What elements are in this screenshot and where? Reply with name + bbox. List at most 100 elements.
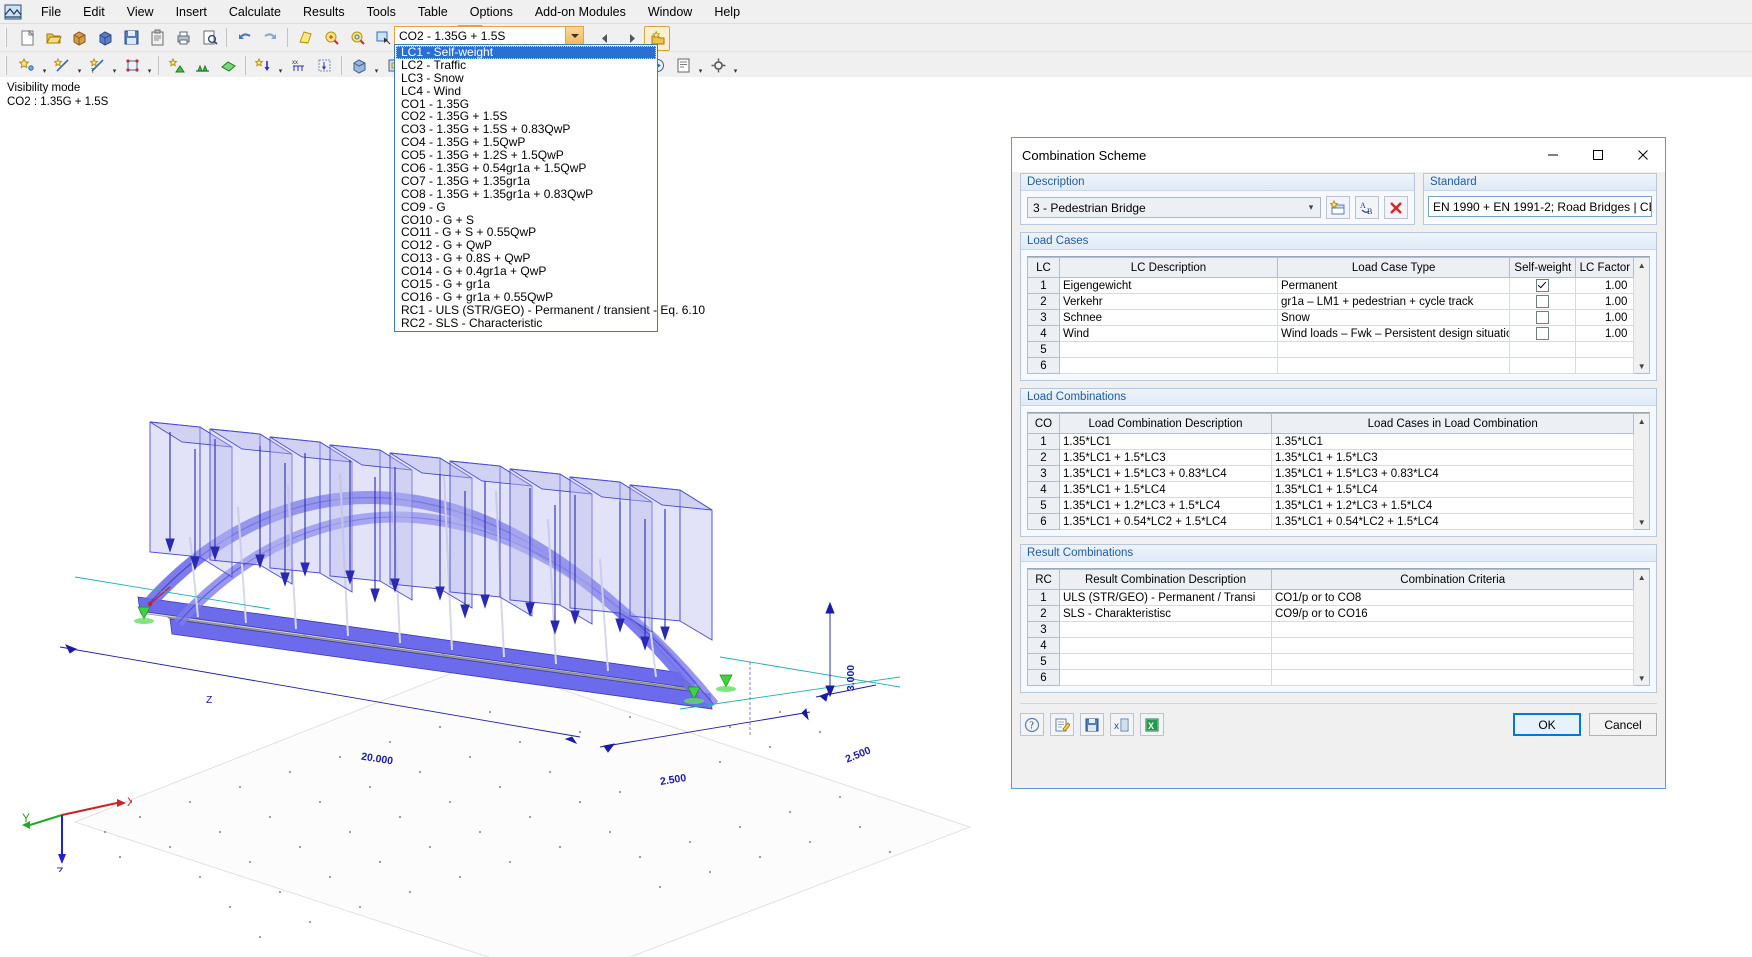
cell-load-case-type[interactable]: Permanent [1276, 277, 1511, 294]
new-surface-icon[interactable] [119, 53, 145, 78]
cell-lc-description[interactable]: Verkehr [1059, 293, 1278, 310]
cell-result-combination-description[interactable]: ULS (STR/GEO) - Permanent / Transi [1059, 589, 1272, 606]
ok-button[interactable]: OK [1513, 713, 1581, 736]
nodal-load-icon[interactable] [250, 53, 276, 78]
cell-load-combination-description[interactable]: 1.35*LC1 + 1.5*LC3 + 0.83*LC4 [1059, 465, 1272, 482]
solid-view-icon[interactable] [346, 53, 372, 78]
cell-lc-description[interactable] [1059, 341, 1278, 358]
cell-load-cases-in-combination[interactable]: 1.35*LC1 [1270, 433, 1635, 450]
cell-load-case-type[interactable]: Wind loads – Fwk – Persistent design sit… [1276, 325, 1511, 342]
edit-icon[interactable] [1050, 713, 1074, 736]
cell-load-case-type[interactable]: Snow [1276, 309, 1511, 326]
cell-lc-description[interactable] [1059, 357, 1278, 374]
cell-lc-factor[interactable]: 1.00 [1575, 277, 1635, 294]
new-node-icon[interactable] [14, 53, 40, 78]
print-icon[interactable] [170, 25, 196, 50]
scroll-track[interactable] [1635, 428, 1649, 515]
cell-combination-criteria[interactable] [1270, 669, 1635, 686]
new-line-support-icon[interactable] [189, 53, 215, 78]
surface-load-icon[interactable] [311, 53, 337, 78]
standard-field[interactable]: EN 1990 + EN 1991-2; Road Bridges | CEN [1428, 196, 1652, 217]
cell-self-weight-checkbox[interactable] [1509, 357, 1577, 374]
print-preview-icon[interactable] [196, 25, 222, 50]
scroll-down-icon[interactable]: ▼ [1635, 359, 1649, 373]
cell-combination-criteria[interactable]: CO1/p or to CO8 [1270, 589, 1635, 606]
load-case-dropdown-list[interactable]: LC1 - Self-weight LC2 - Traffic LC3 - Snow… [394, 44, 705, 332]
checkbox-checked-icon[interactable] [1536, 279, 1550, 292]
dropdown-item[interactable]: LC2 - Traffic [396, 58, 656, 72]
table-row[interactable]: 5 1.35*LC1 + 1.2*LC3 + 1.5*LC4 1.35*LC1 + … [1027, 497, 1635, 514]
table-row[interactable]: 1 Eigengewicht Permanent 1.00 [1027, 277, 1635, 294]
cell-result-combination-description[interactable] [1059, 637, 1272, 654]
undo-icon[interactable] [231, 25, 257, 50]
dialog-title-bar[interactable]: Combination Scheme [1012, 138, 1665, 173]
open-recent-icon[interactable] [92, 25, 118, 50]
print-report-dropdown-arrow[interactable]: ▾ [696, 52, 705, 80]
select-window-icon[interactable] [370, 25, 396, 50]
dropdown-item[interactable]: LC1 - Self-weight [396, 46, 656, 59]
table-row[interactable]: 3 Schnee Snow 1.00 [1027, 309, 1635, 326]
cell-self-weight-checkbox[interactable] [1509, 309, 1577, 326]
clipboard-icon[interactable] [144, 25, 170, 50]
table-row[interactable]: 3 1.35*LC1 + 1.5*LC3 + 0.83*LC4 1.35*LC1 +… [1027, 465, 1635, 482]
row-number[interactable]: 6 [1027, 513, 1060, 530]
cell-result-combination-description[interactable] [1059, 669, 1272, 686]
cancel-button[interactable]: Cancel [1589, 713, 1657, 736]
table-row[interactable]: 4 1.35*LC1 + 1.5*LC4 1.35*LC1 + 1.5*LC4 [1027, 481, 1635, 498]
scroll-track[interactable] [1635, 584, 1649, 671]
cell-result-combination-description[interactable] [1059, 653, 1272, 670]
cell-load-case-type[interactable] [1276, 341, 1511, 358]
cell-load-cases-in-combination[interactable]: 1.35*LC1 + 1.2*LC3 + 1.5*LC4 [1270, 497, 1635, 514]
settings-icon[interactable] [705, 53, 731, 78]
load-cases-scrollbar[interactable]: ▲ ▼ [1634, 257, 1650, 374]
delete-combination-scheme-icon[interactable] [1384, 196, 1408, 219]
new-nodal-support-icon[interactable] [163, 53, 189, 78]
excel-export-icon[interactable]: X [1140, 713, 1164, 736]
row-number[interactable]: 4 [1027, 637, 1060, 654]
menu-results[interactable]: Results [292, 2, 356, 22]
new-file-icon[interactable] [14, 25, 40, 50]
result-combinations-table[interactable]: RC Result Combination Description Combin… [1027, 569, 1635, 686]
cell-load-cases-in-combination[interactable]: 1.35*LC1 + 1.5*LC4 [1270, 481, 1635, 498]
menu-help[interactable]: Help [703, 2, 751, 22]
scroll-up-icon[interactable]: ▲ [1635, 258, 1649, 272]
cell-load-cases-in-combination[interactable]: 1.35*LC1 + 1.5*LC3 + 0.83*LC4 [1270, 465, 1635, 482]
nodal-load-dropdown-arrow[interactable]: ▾ [276, 52, 285, 80]
load-combinations-scrollbar[interactable]: ▲ ▼ [1634, 413, 1650, 530]
toolbar-grip-2[interactable] [5, 56, 11, 75]
menu-file[interactable]: File [30, 2, 72, 22]
dropdown-item[interactable]: RC1 - ULS (STR/GEO) - Permanent / transi… [396, 303, 705, 317]
menu-tools[interactable]: Tools [356, 2, 407, 22]
table-row[interactable]: 4 [1027, 637, 1635, 654]
row-number[interactable]: 4 [1027, 481, 1060, 498]
row-number[interactable]: 5 [1027, 341, 1060, 358]
new-line-icon[interactable] [49, 53, 75, 78]
row-number[interactable]: 3 [1027, 309, 1060, 326]
new-combination-scheme-icon[interactable] [1326, 196, 1350, 219]
scroll-up-icon[interactable]: ▲ [1635, 414, 1649, 428]
cell-lc-factor[interactable]: 1.00 [1575, 293, 1635, 310]
cell-combination-criteria[interactable] [1270, 653, 1635, 670]
rename-combination-scheme-icon[interactable]: AB [1355, 196, 1379, 219]
table-row[interactable]: 2 1.35*LC1 + 1.5*LC3 1.35*LC1 + 1.5*LC3 [1027, 449, 1635, 466]
cell-combination-criteria[interactable] [1270, 637, 1635, 654]
table-row[interactable]: 1 1.35*LC1 1.35*LC1 [1027, 433, 1635, 450]
dropdown-item[interactable]: CO8 - 1.35G + 1.35gr1a + 0.83QwP [396, 187, 656, 201]
member-load-icon[interactable]: xx [285, 53, 311, 78]
cell-load-combination-description[interactable]: 1.35*LC1 + 0.54*LC2 + 1.5*LC4 [1059, 513, 1272, 530]
table-row[interactable]: 1 ULS (STR/GEO) - Permanent / Transi CO1/p… [1027, 589, 1635, 606]
load-cases-table[interactable]: LC LC Description Load Case Type Self-we… [1027, 257, 1635, 374]
row-number[interactable]: 1 [1027, 433, 1060, 450]
cell-lc-description[interactable]: Wind [1059, 325, 1278, 342]
zoom-in-icon[interactable] [318, 25, 344, 50]
combination-scheme-dialog[interactable]: Combination Scheme Description 3 - Pedes… [1011, 137, 1666, 789]
table-row[interactable]: 6 1.35*LC1 + 0.54*LC2 + 1.5*LC4 1.35*LC1 +… [1027, 513, 1635, 530]
cell-load-case-type[interactable] [1276, 357, 1511, 374]
menu-view[interactable]: View [116, 2, 165, 22]
row-number[interactable]: 4 [1027, 325, 1060, 342]
save-icon[interactable] [1080, 713, 1104, 736]
menu-calculate[interactable]: Calculate [218, 2, 292, 22]
table-row[interactable]: 6 [1027, 669, 1635, 686]
cell-load-combination-description[interactable]: 1.35*LC1 + 1.5*LC3 [1059, 449, 1272, 466]
menu-window[interactable]: Window [637, 2, 703, 22]
